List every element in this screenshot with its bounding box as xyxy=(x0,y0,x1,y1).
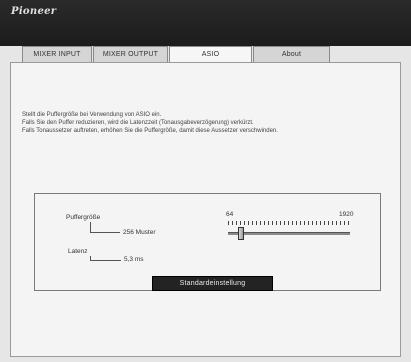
description-line: Falls Tonaussetzer auftreten, erhöhen Si… xyxy=(22,128,278,134)
settings-window: Pioneer MIXER INPUT MIXER OUTPUT ASIO Ab… xyxy=(0,0,411,362)
latency-value: 5,3 ms xyxy=(124,256,144,263)
tab-mixer-input[interactable]: MIXER INPUT xyxy=(22,46,92,62)
description-line: Stellt die Puffergröße bei Verwendung vo… xyxy=(22,112,162,118)
buffer-size-slider[interactable] xyxy=(228,232,350,235)
default-settings-button[interactable]: Standardeinstellung xyxy=(152,276,273,291)
tab-asio[interactable]: ASIO xyxy=(169,46,252,63)
title-bar: Pioneer xyxy=(0,0,411,46)
tab-mixer-output[interactable]: MIXER OUTPUT xyxy=(93,46,168,62)
tab-bar: MIXER INPUT MIXER OUTPUT ASIO About xyxy=(0,46,411,63)
slider-max-label: 1920 xyxy=(339,211,354,218)
pioneer-logo: Pioneer xyxy=(11,6,57,17)
buffer-size-label: Puffergröße xyxy=(66,214,101,221)
buffer-size-value: 256 Muster xyxy=(123,229,156,236)
buffer-connector-line xyxy=(90,222,120,233)
latency-label: Latenz xyxy=(68,248,88,255)
tab-about[interactable]: About xyxy=(253,46,330,62)
buffer-slider-thumb[interactable] xyxy=(238,227,244,240)
slider-min-label: 64 xyxy=(226,211,234,218)
asio-description: Stellt die Puffergröße bei Verwendung vo… xyxy=(22,111,278,135)
description-line: Falls Sie den Puffer reduzieren, wird di… xyxy=(22,120,254,126)
slider-ticks xyxy=(228,221,350,225)
latency-connector-line xyxy=(90,256,121,261)
